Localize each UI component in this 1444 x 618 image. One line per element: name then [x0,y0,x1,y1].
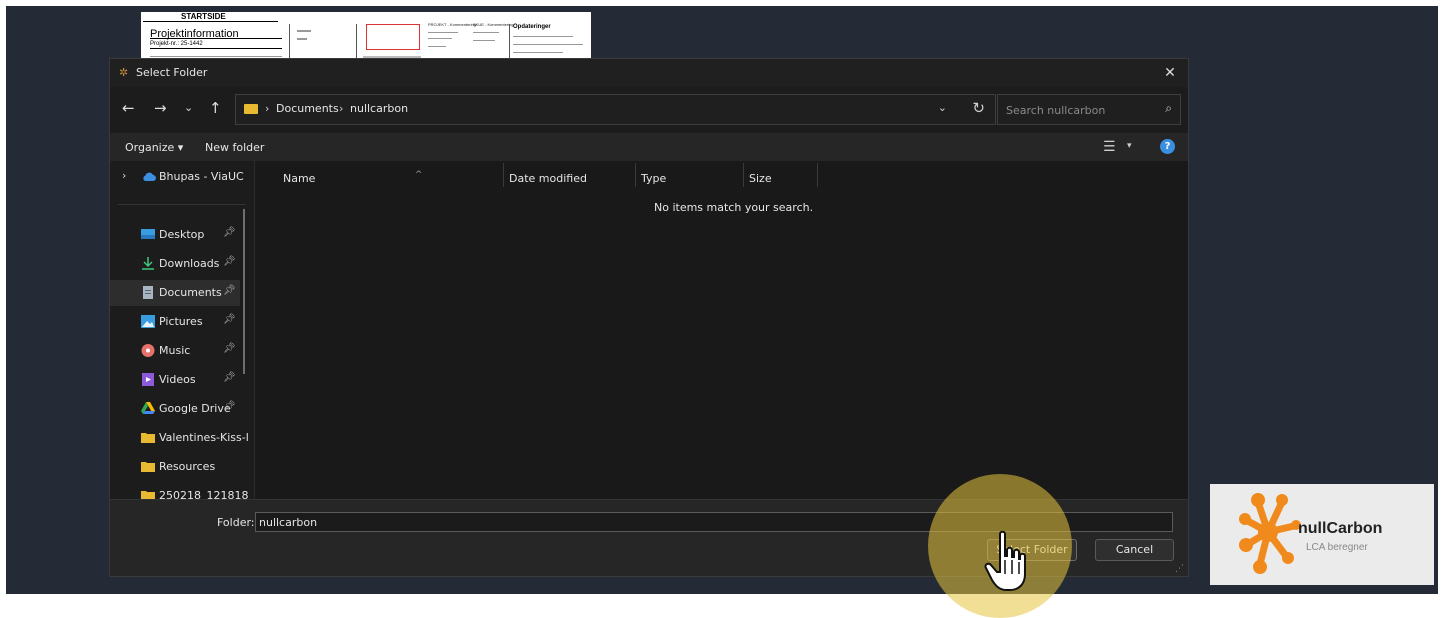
folder-icon [141,433,155,443]
nav-divider [118,204,246,205]
pin-icon[interactable]: 📌︎ [223,285,236,296]
nav-item-label: 250218_121818 [159,489,249,499]
download-icon [142,257,154,270]
nav-scrollbar[interactable] [243,209,245,374]
organize-label: Organize [125,141,175,154]
close-icon[interactable]: ✕ [1160,63,1180,83]
view-dropdown-icon[interactable]: ▾ [1127,141,1132,151]
forward-arrow-icon[interactable]: → [154,99,167,117]
column-header-size[interactable]: Size [749,172,772,185]
picture-icon [141,315,155,328]
breadcrumb-nullcarbon[interactable]: nullcarbon [350,102,408,115]
nav-item-music[interactable]: Music 📌︎ [110,338,240,364]
nav-item-label: Google Drive [159,402,231,415]
nav-item-label: Pictures [159,315,203,328]
folder-icon [141,462,155,472]
doc-header: STARTSIDE [181,12,226,21]
help-icon[interactable]: ? [1160,139,1175,154]
folder-icon [244,104,258,114]
nullcarbon-logo-panel: nullCarbon LCA beregner [1210,484,1434,585]
nav-item-onedrive[interactable]: › Bhupas - ViaUC [110,164,244,190]
doc-project-line: Projekt-nr.: 25-1442 [150,41,203,47]
address-dropdown-icon[interactable]: ⌄ [938,101,947,114]
breadcrumb-documents[interactable]: Documents [276,102,339,115]
address-bar[interactable]: › Documents › nullcarbon ⌄ ↻ [235,94,996,125]
nav-item-label: Desktop [159,228,205,241]
video-icon [142,373,154,386]
new-folder-button[interactable]: New folder [205,141,264,154]
nav-item-label: Downloads [159,257,220,270]
nav-item-google-drive[interactable]: Google Drive 📌︎ [110,396,240,422]
doc-col-heading-3: Opdateringer [513,24,551,30]
doc-col-heading-2: SKUE - Kommentering [473,22,514,27]
nav-item-resources[interactable]: Resources [110,454,240,480]
refresh-icon[interactable]: ↻ [972,99,985,117]
pin-icon[interactable]: 📌︎ [223,372,236,383]
google-drive-icon [141,402,155,414]
music-icon [141,344,155,357]
expand-chevron-icon[interactable]: › [122,169,126,182]
dialog-title: Select Folder [136,66,208,79]
command-toolbar: Organize ▾ New folder ☰ ▾ ? [110,133,1188,161]
folder-label: Folder: [217,516,255,529]
pin-icon[interactable]: 📌︎ [223,401,236,412]
cloud-icon [143,172,156,181]
nav-item-label: Documents [159,286,222,299]
doc-col-heading-1: PROJEKT - Kommentering [428,22,476,27]
back-arrow-icon[interactable]: ← [122,99,135,117]
search-input[interactable] [1004,100,1158,120]
pin-icon[interactable]: 📌︎ [223,227,236,238]
navigation-pane: › Bhupas - ViaUC Desktop 📌︎ Downloads 📌︎… [110,161,254,499]
empty-folder-message: No items match your search. [654,201,814,214]
select-folder-dialog: ✲ Select Folder ✕ ← → ⌄ ↑ › Documents › … [109,58,1189,577]
column-name-label: Name [283,172,316,185]
nav-item-videos[interactable]: Videos 📌︎ [110,367,240,393]
breadcrumb-separator[interactable]: › [265,102,269,115]
select-folder-button[interactable]: Select Folder [987,539,1077,561]
column-header-name[interactable]: Name ^ [283,170,423,185]
breadcrumb-separator[interactable]: › [339,102,343,115]
document-icon [143,286,153,299]
nav-item-label: Bhupas - ViaUC [159,170,244,183]
nav-item-label: Resources [159,460,216,473]
doc-red-box [366,24,420,50]
recent-locations-chevron-icon[interactable]: ⌄ [184,101,193,114]
view-options-icon[interactable]: ☰ [1103,139,1116,155]
search-box: ⌕ [997,94,1181,125]
file-list: Name ^ Date modified Type Size No items m… [254,161,1188,499]
nav-item-label: Videos [159,373,196,386]
pin-icon[interactable]: 📌︎ [223,343,236,354]
cancel-button[interactable]: Cancel [1095,539,1174,561]
nav-item-label: Music [159,344,191,357]
nav-item-pictures[interactable]: Pictures 📌︎ [110,309,240,335]
sort-caret-icon: ^ [415,170,423,180]
nav-item-documents[interactable]: Documents 📌︎ [110,280,240,306]
folder-name-input[interactable] [255,512,1173,532]
nav-item-valentines-folder[interactable]: Valentines-Kiss-l [110,425,249,451]
nav-item-downloads[interactable]: Downloads 📌︎ [110,251,240,277]
desktop-icon [141,229,155,239]
background-document: STARTSIDE Projektinformation Projekt-nr.… [141,12,591,64]
dialog-titlebar: ✲ Select Folder ✕ [110,59,1188,87]
column-header-date-modified[interactable]: Date modified [509,172,587,185]
logo-tagline: LCA beregner [1306,542,1368,553]
search-icon[interactable]: ⌕ [1165,101,1172,116]
column-header-type[interactable]: Type [641,172,666,185]
dialog-footer: Folder: Select Folder Cancel ⋰ [110,499,1188,576]
organize-button[interactable]: Organize ▾ [125,141,183,154]
nav-item-desktop[interactable]: Desktop 📌︎ [110,222,240,248]
navigation-bar: ← → ⌄ ↑ › Documents › nullcarbon ⌄ ↻ ⌕ [110,87,1188,131]
nullcarbon-logo-icon [1239,493,1301,574]
pin-icon[interactable]: 📌︎ [223,256,236,267]
nav-item-dated-folder[interactable]: 250218_121818 [110,483,248,499]
nav-item-label: Valentines-Kiss-l [159,431,249,444]
logo-name: nullCarbon [1298,520,1383,537]
up-arrow-icon[interactable]: ↑ [209,99,222,117]
folder-icon [141,491,155,499]
app-icon: ✲ [119,66,129,79]
resize-grip-icon[interactable]: ⋰ [1175,564,1184,574]
pin-icon[interactable]: 📌︎ [223,314,236,325]
